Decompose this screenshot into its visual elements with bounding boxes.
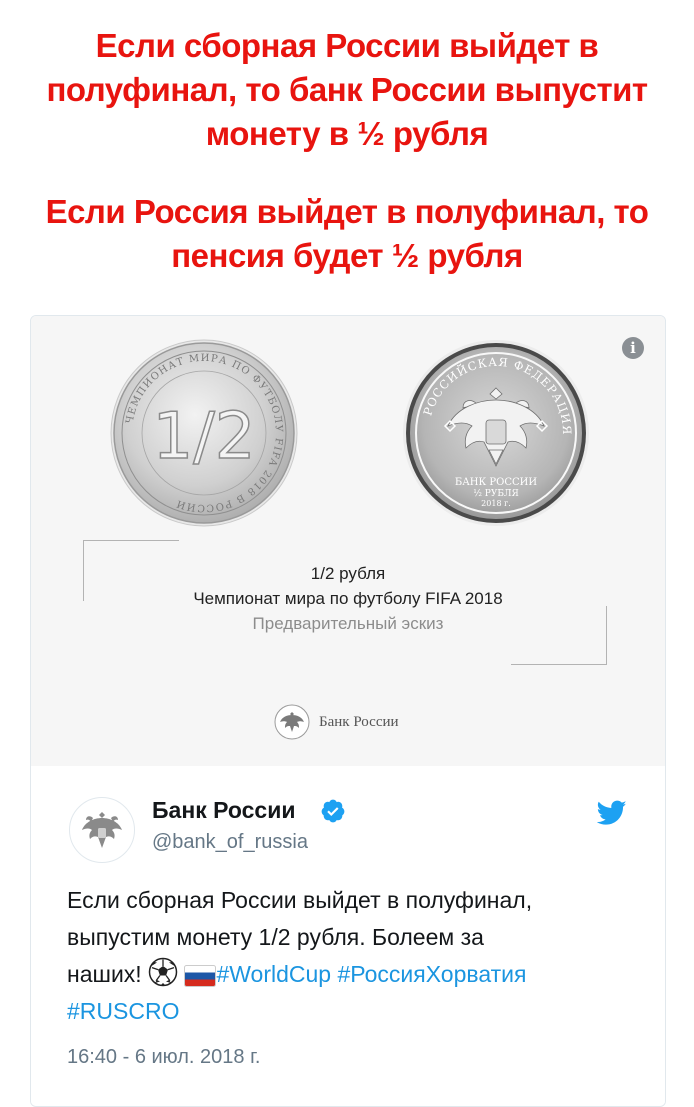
coin-obverse-image: РОССИЙСКАЯ ФЕДЕРАЦИЯ БАНК РОССИИ ½ РУБЛЯ… xyxy=(403,340,589,526)
coin-bank-text: БАНК РОССИИ xyxy=(455,477,538,488)
tweet-text: Если сборная России выйдет в полуфинал, … xyxy=(67,882,647,1030)
verified-badge-icon xyxy=(321,799,345,823)
bank-logo: Банк России xyxy=(274,704,399,740)
russia-flag-icon xyxy=(184,965,217,987)
coin-value-text: ½ РУБЛЯ xyxy=(473,488,519,499)
coin-reverse-image: ЧЕМПИОНАТ МИРА ПО ФУТБОЛУ FIFA 2018 В РО… xyxy=(110,339,298,527)
coin-year-text: 2018 г. xyxy=(481,499,511,508)
hashtag-link[interactable]: #WorldCup xyxy=(216,961,331,987)
tweet[interactable]: Банк России @bank_of_russia Если сборная… xyxy=(31,766,665,1106)
tweet-display-name[interactable]: Банк России xyxy=(152,795,296,825)
hashtag-link[interactable]: #РоссияХорватия xyxy=(338,961,527,987)
tweet-timestamp[interactable]: 16:40 - 6 июл. 2018 г. xyxy=(67,1043,260,1071)
bank-emblem-icon xyxy=(82,812,122,848)
bank-emblem-icon xyxy=(274,704,310,740)
coin-subtitle: Чемпионат мира по футболу FIFA 2018 xyxy=(193,589,503,608)
soccer-ball-icon xyxy=(148,957,178,987)
coin-title: 1/2 рубля xyxy=(310,564,386,583)
coin-value-text: 1/2 xyxy=(153,400,256,474)
twitter-bird-icon[interactable] xyxy=(597,800,627,826)
meme-caption-bottom: Если Россия выйдет в полуфинал, то пенси… xyxy=(0,190,694,278)
tweet-handle[interactable]: @bank_of_russia xyxy=(152,828,308,856)
caption-line: монету в ½ рубля xyxy=(205,115,489,152)
tweet-media-image[interactable]: i ЧЕМПИОНАТ МИРА ПО ФУТБОЛУ FIFA 2018 В … xyxy=(31,316,665,766)
embedded-tweet-card: i ЧЕМПИОНАТ МИРА ПО ФУТБОЛУ FIFA 2018 В … xyxy=(30,315,666,1107)
tweet-text-line: Если сборная России выйдет в полуфинал, xyxy=(67,887,533,913)
coin-note: Предварительный эскиз xyxy=(252,614,444,633)
meme-caption-top: Если сборная России выйдет в полуфинал, … xyxy=(0,24,694,156)
bank-name-label: Банк России xyxy=(319,713,399,730)
tweet-text-line: наших! xyxy=(67,961,142,987)
info-icon[interactable]: i xyxy=(622,337,644,359)
caption-line: Если Россия выйдет в полуфинал, то xyxy=(45,193,649,230)
hashtag-link[interactable]: #RUSCRO xyxy=(67,998,179,1024)
caption-line: Если сборная России выйдет в xyxy=(95,27,599,64)
avatar[interactable] xyxy=(69,797,135,863)
caption-line: полуфинал, то банк России выпустит xyxy=(46,71,648,108)
caption-line: пенсия будет ½ рубля xyxy=(171,237,523,274)
tweet-text-line: выпустим монету 1/2 рубля. Болеем за xyxy=(67,924,484,950)
